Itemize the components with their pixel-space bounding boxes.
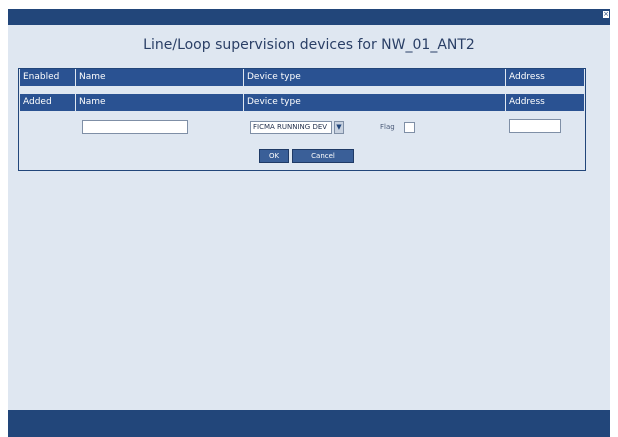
dialog-title-bar[interactable] bbox=[8, 9, 610, 25]
flag-label: Flag bbox=[380, 123, 395, 131]
cancel-button[interactable]: Cancel bbox=[292, 149, 354, 163]
flag-checkbox[interactable] bbox=[404, 122, 415, 133]
dialog-footer bbox=[8, 410, 610, 437]
column-header: Name bbox=[76, 94, 244, 111]
header-row-added: Added Name Device type Address bbox=[20, 94, 584, 111]
page-title: Line/Loop supervision devices for NW_01_… bbox=[143, 37, 475, 53]
column-header: Device type bbox=[244, 69, 506, 86]
column-header: Added bbox=[20, 94, 76, 111]
column-header: Address bbox=[509, 72, 545, 82]
column-header: Enabled bbox=[20, 69, 76, 86]
name-input[interactable] bbox=[82, 120, 188, 134]
column-header: Address bbox=[509, 97, 545, 107]
ok-button[interactable]: OK bbox=[259, 149, 289, 163]
address-input[interactable] bbox=[509, 119, 561, 133]
close-icon[interactable]: × bbox=[602, 10, 610, 19]
chevron-down-icon[interactable]: ▼ bbox=[334, 121, 344, 134]
device-type-select[interactable]: FICMA RUNNING DEV bbox=[250, 121, 332, 134]
header-row-enabled: Enabled Name Device type Address bbox=[20, 69, 584, 86]
column-header: Name bbox=[76, 69, 244, 86]
column-header: Device type bbox=[244, 94, 506, 111]
